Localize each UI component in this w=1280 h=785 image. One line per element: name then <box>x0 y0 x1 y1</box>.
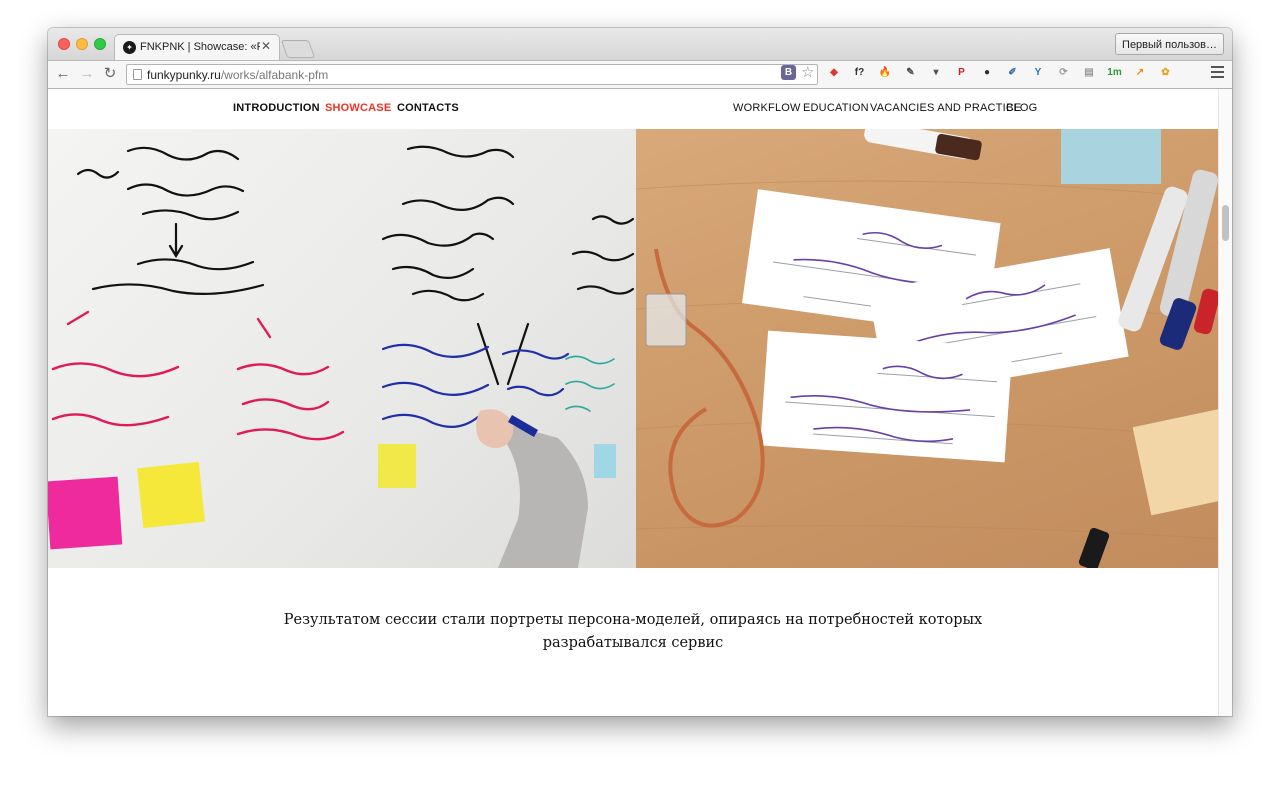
site-navigation: INTRODUCTION SHOWCASE CONTACTS WORKFLOW … <box>48 89 1218 129</box>
hero-images <box>48 129 1218 568</box>
vk-share-icon[interactable]: B <box>781 65 796 80</box>
pinterest-icon[interactable]: P <box>954 65 970 81</box>
nav-education-link[interactable]: EDUCATION <box>803 102 869 114</box>
desk-scene <box>636 129 1218 568</box>
tab-close-icon[interactable]: ✕ <box>261 39 271 53</box>
whiteboard-drawing <box>48 145 635 568</box>
scrollbar-thumb[interactable] <box>1222 205 1229 241</box>
browser-window: ✦ FNKPNK | Showcase: «Рас ✕ Первый польз… <box>48 28 1232 716</box>
window-maximize-button[interactable] <box>94 38 106 50</box>
chrome-menu-icon[interactable] <box>1211 66 1224 81</box>
nav-blog-link[interactable]: BLOG <box>1006 102 1037 114</box>
tab-strip: ✦ FNKPNK | Showcase: «Рас ✕ Первый польз… <box>48 28 1232 60</box>
browser-toolbar: ← → ↻ funkypunky.ru/works/alfabank-pfm B… <box>48 60 1232 89</box>
page-scrollbar[interactable] <box>1218 89 1232 716</box>
mail-icon[interactable]: 1m <box>1107 65 1123 81</box>
back-arrow-icon[interactable]: ← <box>54 65 72 83</box>
case-caption: Результатом сессии стали портреты персон… <box>48 609 1218 655</box>
font-icon[interactable]: f? <box>852 65 868 81</box>
stats-icon[interactable]: ↗ <box>1132 65 1148 81</box>
caption-line-2: разрабатывался сервис <box>542 635 724 651</box>
nav-vacancies-link[interactable]: VACANCIES AND PRACTICE <box>870 102 1022 114</box>
forward-arrow-icon[interactable]: → <box>78 65 96 83</box>
caption-line-1: Результатом сессии стали портреты персон… <box>283 612 983 628</box>
profile-button[interactable]: Первый пользов… <box>1115 33 1224 55</box>
url-host: funkypunky.ru <box>147 68 221 82</box>
flower-icon[interactable]: ✿ <box>1158 65 1174 81</box>
url-path: /works/alfabank-pfm <box>220 68 329 82</box>
desk-photo <box>636 129 1218 568</box>
tab-title: FNKPNK | Showcase: «Рас <box>140 41 260 53</box>
bookmark-star-icon[interactable]: ☆ <box>801 63 814 81</box>
url-text[interactable]: funkypunky.ru/works/alfabank-pfm <box>147 68 328 82</box>
eyedropper-icon[interactable]: ✐ <box>1005 65 1021 81</box>
whiteboard-photo <box>48 129 636 568</box>
pocket-icon[interactable]: ▾ <box>928 65 944 81</box>
evernote-icon[interactable]: ✎ <box>903 65 919 81</box>
nav-contacts-link[interactable]: CONTACTS <box>397 102 459 114</box>
nav-showcase-link[interactable]: SHOWCASE <box>325 102 391 114</box>
fire-icon[interactable]: 🔥 <box>877 65 893 81</box>
nav-introduction-link[interactable]: INTRODUCTION <box>233 102 320 114</box>
address-bar[interactable]: funkypunky.ru/works/alfabank-pfm <box>126 64 818 85</box>
page-icon <box>133 69 142 80</box>
yandex-icon[interactable]: Y <box>1030 65 1046 81</box>
new-tab-button[interactable] <box>280 40 316 58</box>
reader-icon[interactable]: ▤ <box>1081 65 1097 81</box>
site-favicon-icon: ✦ <box>123 41 136 54</box>
camera-icon[interactable]: ● <box>979 65 995 81</box>
window-minimize-button[interactable] <box>76 38 88 50</box>
sync-icon[interactable]: ⟳ <box>1056 65 1072 81</box>
reload-icon[interactable]: ↻ <box>101 65 119 83</box>
browser-tab-active[interactable]: ✦ FNKPNK | Showcase: «Рас ✕ <box>114 34 280 60</box>
adblock-icon[interactable]: ◆ <box>826 65 842 81</box>
web-page: INTRODUCTION SHOWCASE CONTACTS WORKFLOW … <box>48 89 1218 716</box>
nav-workflow-link[interactable]: WORKFLOW <box>733 102 801 114</box>
window-close-button[interactable] <box>58 38 70 50</box>
